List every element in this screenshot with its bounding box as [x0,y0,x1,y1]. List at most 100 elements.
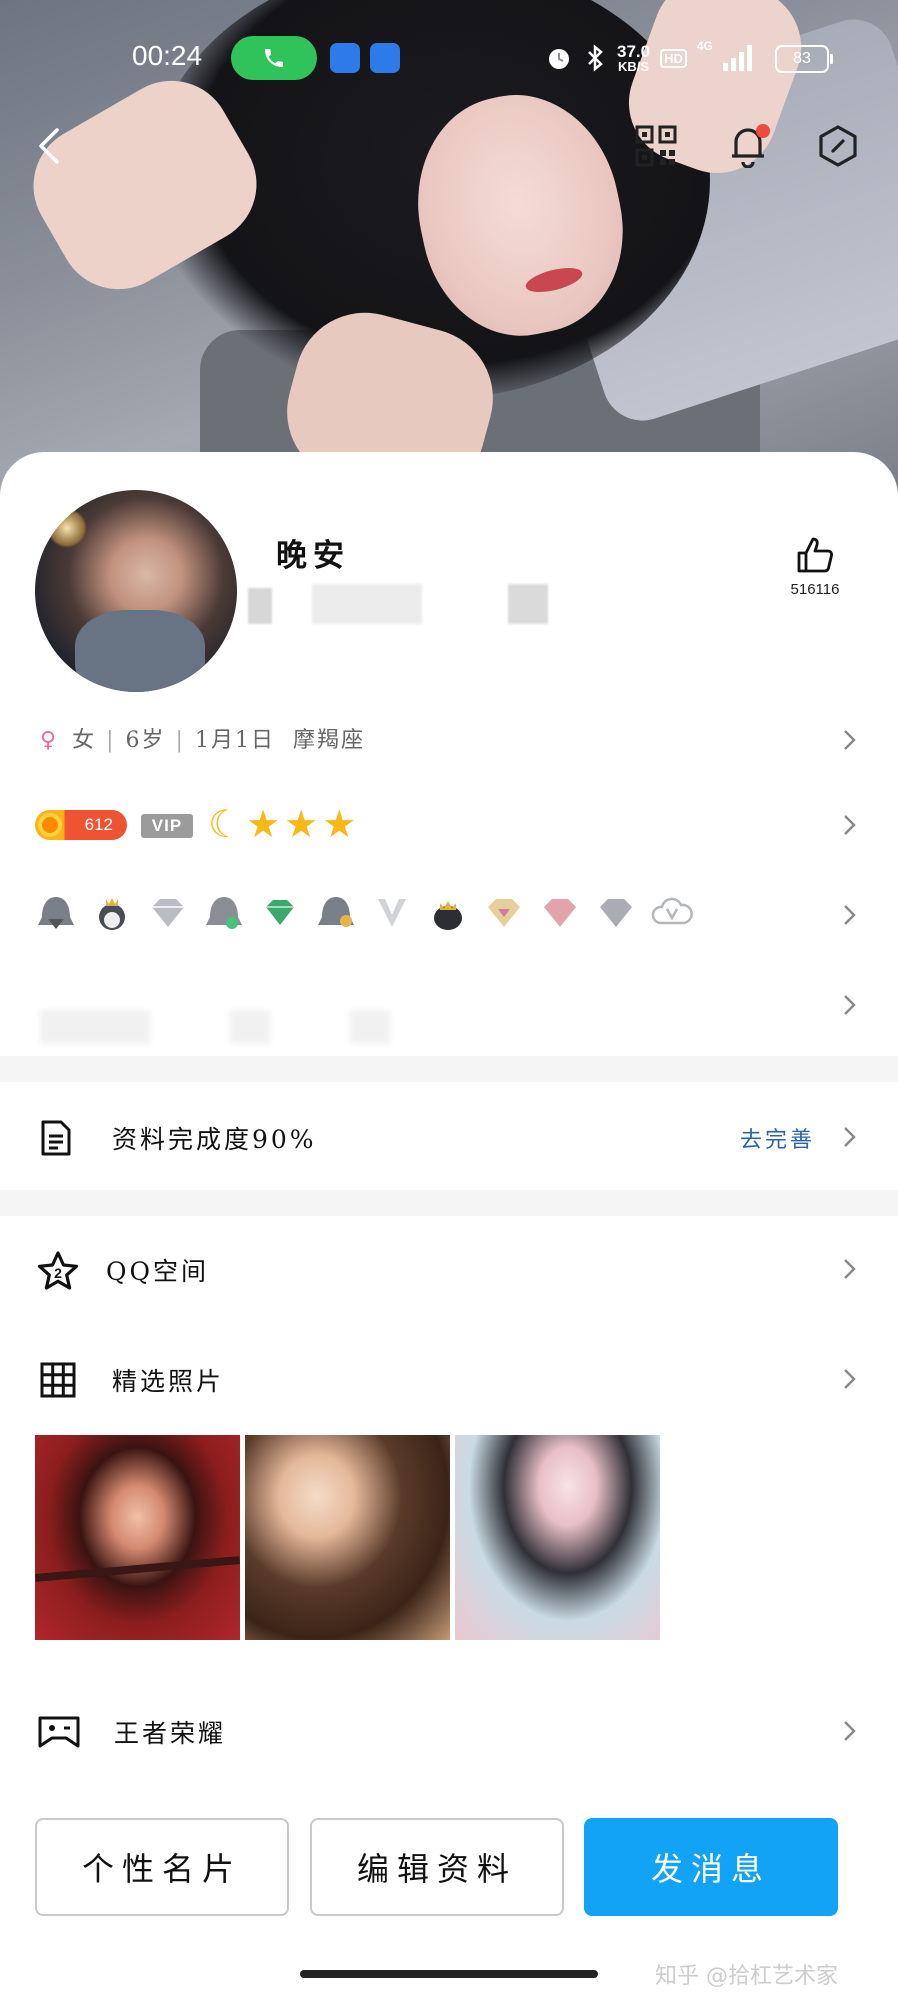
chevron-right-icon [838,1126,860,1148]
star-level-icon: ★ [246,802,281,846]
level-row[interactable] [0,795,898,855]
basic-info-row[interactable]: ♀ 女 | 6岁 | 1月1日 摩羯座 [0,710,898,770]
back-button[interactable] [26,122,74,170]
featured-photo-2[interactable] [245,1435,450,1640]
gender: 女 [72,728,97,753]
gamepad-icon [38,1716,80,1748]
green-diamond-badge-icon [258,893,302,933]
chevron-right-icon [838,814,860,836]
chevron-right-icon [838,994,860,1016]
chevron-right-icon [838,1368,860,1390]
qzone-label: QQ空间 [106,1257,209,1286]
app-notification-icon-2 [370,43,400,73]
game-row[interactable]: 王者荣耀 [0,1680,898,1780]
blurred-content [40,1010,400,1050]
penguin-green-badge-icon [202,893,246,933]
chevron-right-icon [838,729,860,751]
star-icon: 2 [37,1251,79,1290]
badge-list [34,893,694,933]
star-level-icon: ★ [284,802,319,846]
profile-card-button[interactable]: 个性名片 [35,1818,289,1916]
level-badge: 612 [35,810,127,840]
status-time: 00:24 [132,40,203,71]
thumbs-up-icon [797,537,833,573]
notification-dot [756,124,770,138]
alarm-icon [549,49,569,69]
battery-indicator: 83 [775,45,833,73]
chevron-right-icon [838,1720,860,1742]
penguin-crown-badge-icon [90,893,134,933]
birthday: 1月1日 [194,728,275,753]
qr-code-button[interactable] [632,122,680,170]
qzone-row[interactable]: 2 QQ空间 [0,1220,898,1320]
separator: | [106,728,116,753]
redacted-id-block [248,588,272,624]
zodiac: 摩羯座 [292,728,365,753]
moon-icon: ☾ [208,802,243,846]
penguin-badge-icon [34,893,78,933]
net-speed-unit: KB/S [618,59,650,74]
watermark: 知乎 @拾杠艺术家 [655,1964,838,1989]
gold-diamond-badge-icon [482,893,526,933]
section-divider [0,1056,898,1082]
redacted-id-block-2 [312,584,422,624]
game-label: 王者荣耀 [114,1719,227,1748]
section-divider [0,1190,898,1216]
star-level-icon: ★ [322,802,357,846]
blur-block [230,1010,270,1044]
signal-icon [722,45,752,71]
avatar-scarf [75,610,205,692]
avatar[interactable] [35,490,237,692]
profile-completion-row[interactable]: 资料完成度90% 去完善 [0,1082,898,1192]
crowned-penguin-badge-icon [426,893,470,933]
featured-photos-label: 精选照片 [112,1367,225,1396]
redacted-id-block-3 [508,584,548,624]
vip-badge: VIP [141,814,193,838]
like-button[interactable]: 516116 [785,535,845,598]
network-label: 4G [696,39,713,53]
featured-photo-3[interactable] [455,1435,660,1640]
qr-code-icon [635,125,677,167]
cloud-v-badge-icon [650,893,694,933]
edit-profile-button[interactable]: 编辑资料 [310,1818,564,1916]
basic-info: ♀ 女 | 6岁 | 1月1日 摩羯座 [40,722,365,754]
svg-text:2: 2 [54,1265,62,1281]
female-icon: ♀ [40,727,59,753]
featured-photos-row[interactable]: 精选照片 [0,1330,898,1430]
diamond-badge-icon [146,893,190,933]
separator: | [175,728,185,753]
bluetooth-icon [588,44,603,72]
app-notification-icon [330,43,360,73]
chevron-right-icon [838,904,860,926]
blur-block [350,1010,390,1044]
status-bar: 00:24 37.0 KB/S HD 4G 83 [0,36,898,82]
silver-diamond-badge-icon [594,893,638,933]
blur-block [40,1010,150,1044]
complete-profile-link[interactable]: 去完善 [740,1122,815,1154]
document-icon [41,1120,71,1156]
pink-diamond-badge-icon [538,893,582,933]
avatar-background-lights [47,508,87,548]
v-badge-icon [370,893,414,933]
notification-button[interactable] [724,122,772,170]
grid-icon [40,1362,76,1398]
age: 6岁 [125,728,166,753]
profile-completion-label: 资料完成度90% [112,1125,317,1154]
back-icon [39,128,59,164]
home-indicator[interactable] [300,1970,598,1978]
send-message-button[interactable]: 发消息 [584,1818,838,1916]
net-speed-value: 37.0 [617,42,651,61]
phone-icon [265,49,283,67]
system-icons: 37.0 KB/S HD 4G [545,40,752,76]
net-speed: 37.0 KB/S [617,43,650,73]
nickname: 晚安 [276,538,350,574]
penguin-gold-badge-icon [314,893,358,933]
hd-badge: HD [660,48,687,68]
settings-button[interactable] [814,122,862,170]
level-icons: ☾ ★ ★ ★ [208,802,356,846]
hexagon-settings-icon [819,125,857,167]
featured-photo-1[interactable] [35,1435,240,1640]
ongoing-call-pill[interactable] [231,36,317,80]
chevron-right-icon [838,1258,860,1280]
like-count: 516116 [790,581,840,598]
